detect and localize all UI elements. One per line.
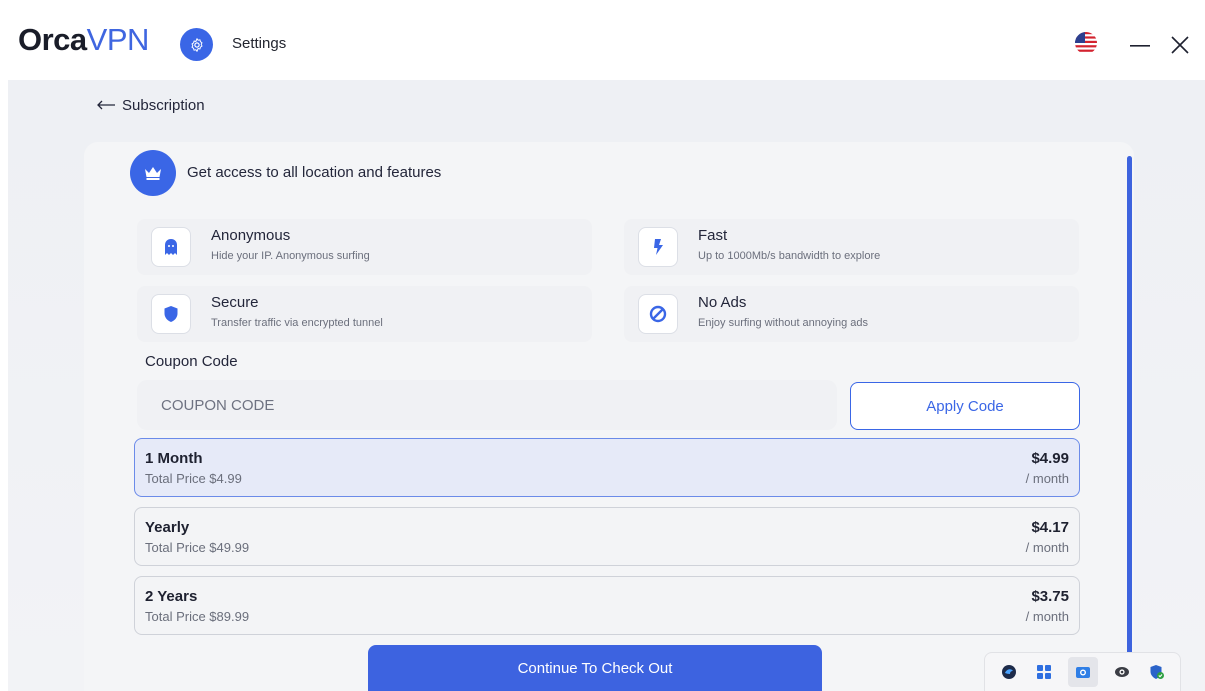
- premium-headline: Get access to all location and features: [187, 164, 442, 181]
- feature-title: Anonymous: [211, 227, 291, 244]
- gear-icon: [191, 37, 202, 52]
- plan-period: / month: [1025, 540, 1069, 555]
- camera-tray-icon[interactable]: [1067, 657, 1098, 687]
- plan-1-month[interactable]: 1 Month Total Price $4.99 $4.99 / month: [134, 438, 1080, 497]
- feature-description: Up to 1000Mb/s bandwidth to explore: [698, 250, 881, 262]
- close-button[interactable]: [1168, 33, 1192, 57]
- vpn-tray-icon[interactable]: [998, 661, 1020, 683]
- feature-no-ads: No Ads Enjoy surfing without annoying ad…: [624, 286, 1079, 342]
- plan-period: / month: [1025, 609, 1069, 624]
- settings-label[interactable]: Settings: [232, 35, 286, 52]
- plan-yearly[interactable]: Yearly Total Price $49.99 $4.17 / month: [134, 507, 1080, 566]
- back-button[interactable]: Subscription: [96, 96, 205, 114]
- plan-price: $4.99: [1031, 450, 1069, 467]
- feature-title: Fast: [698, 227, 728, 244]
- premium-badge: [130, 150, 176, 196]
- plan-period: / month: [1025, 471, 1069, 486]
- coupon-code-input[interactable]: [137, 380, 837, 430]
- feature-title: No Ads: [698, 294, 747, 311]
- plan-total-price: Total Price $89.99: [145, 609, 250, 624]
- us-flag-icon[interactable]: [1075, 32, 1097, 54]
- eye-tray-icon[interactable]: [1111, 661, 1133, 683]
- logo-orca-text: Orca: [18, 22, 87, 57]
- lightning-icon: [638, 227, 678, 267]
- close-icon: [1171, 36, 1189, 54]
- feature-description: Transfer traffic via encrypted tunnel: [211, 317, 383, 329]
- feature-secure: Secure Transfer traffic via encrypted tu…: [137, 286, 592, 342]
- settings-button[interactable]: [180, 28, 213, 61]
- system-tray-overflow: [984, 652, 1181, 691]
- plan-name: 1 Month: [145, 450, 203, 467]
- feature-fast: Fast Up to 1000Mb/s bandwidth to explore: [624, 219, 1079, 275]
- feature-description: Enjoy surfing without annoying ads: [698, 317, 868, 329]
- plan-name: Yearly: [145, 519, 190, 536]
- arrow-left-icon: [97, 100, 115, 110]
- back-label: Subscription: [122, 96, 205, 114]
- shield-icon: [151, 294, 191, 334]
- crown-icon: [145, 167, 161, 180]
- grid-tray-icon[interactable]: [1033, 661, 1055, 683]
- defender-tray-icon[interactable]: [1146, 661, 1168, 683]
- minimize-button[interactable]: [1129, 35, 1151, 57]
- logo-vpn-text: VPN: [86, 22, 150, 57]
- title-bar: Orca VPN Settings: [0, 0, 1205, 80]
- plan-2-years[interactable]: 2 Years Total Price $89.99 $3.75 / month: [134, 576, 1080, 635]
- plan-name: 2 Years: [145, 588, 198, 605]
- ghost-icon: [151, 227, 191, 267]
- plan-total-price: Total Price $4.99: [145, 471, 242, 486]
- plan-price: $3.75: [1031, 588, 1069, 605]
- minimize-icon: [1130, 45, 1150, 47]
- plan-price: $4.17: [1031, 519, 1069, 536]
- app-logo: Orca VPN: [18, 22, 149, 62]
- coupon-label: Coupon Code: [145, 353, 238, 370]
- feature-description: Hide your IP. Anonymous surfing: [211, 250, 370, 262]
- no-ads-icon: [638, 294, 678, 334]
- feature-title: Secure: [211, 294, 259, 311]
- continue-checkout-button[interactable]: Continue To Check Out: [368, 645, 822, 691]
- feature-anonymous: Anonymous Hide your IP. Anonymous surfin…: [137, 219, 592, 275]
- plan-total-price: Total Price $49.99: [145, 540, 250, 555]
- scrollbar[interactable]: [1127, 156, 1132, 661]
- apply-code-button[interactable]: Apply Code: [850, 382, 1080, 430]
